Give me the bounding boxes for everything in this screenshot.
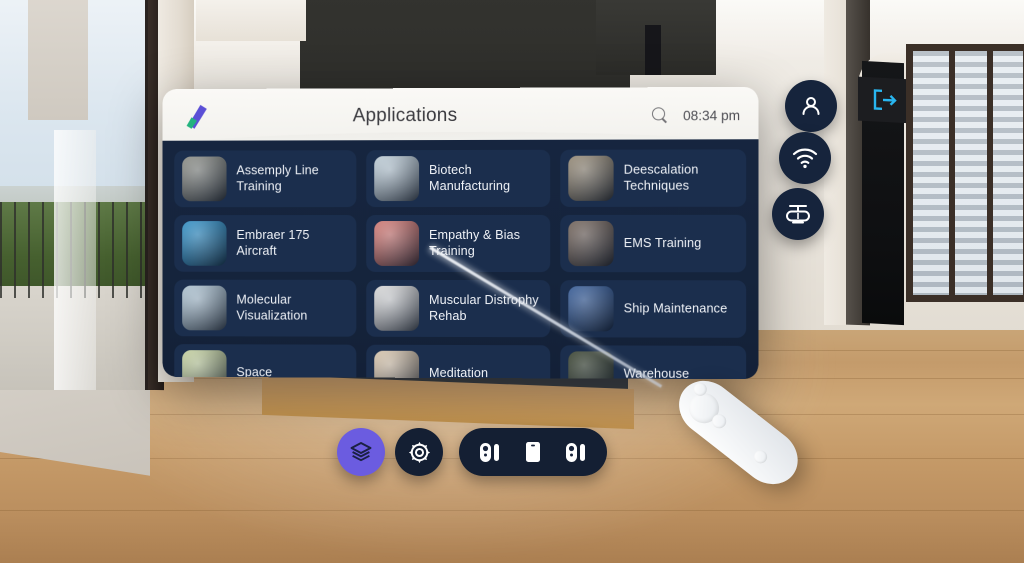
search-icon[interactable] (651, 106, 669, 124)
headset-orb[interactable] (772, 188, 824, 240)
app-card[interactable]: Space (174, 344, 357, 380)
wifi-icon (792, 147, 818, 169)
factory-workers-thumbnail (182, 156, 227, 202)
clock-label: 08:34 pm (683, 107, 741, 123)
layers-button[interactable] (337, 428, 385, 476)
controller-button-home (751, 447, 770, 466)
app-card[interactable]: Assemply Line Training (174, 150, 357, 208)
app-label: Embraer 175 Aircraft (236, 228, 310, 258)
space-thumbnail (182, 350, 227, 380)
ceiling-beam (196, 0, 306, 41)
wifi-orb[interactable] (779, 132, 831, 184)
app-card[interactable]: Embraer 175 Aircraft (174, 215, 357, 272)
app-label: Deescalation Techniques (623, 162, 699, 193)
molecule-lab-thumbnail (182, 285, 227, 331)
page-title: Applications (352, 105, 458, 127)
app-card[interactable]: Biotech Manufacturing (366, 149, 551, 208)
right-controller-button[interactable] (563, 439, 589, 465)
app-card[interactable]: Molecular Visualization (174, 279, 357, 337)
window-curtain (54, 130, 96, 390)
exit-sign (858, 76, 912, 124)
vr-controller-3d[interactable] (648, 369, 828, 532)
panel-header: Applications 08:34 pm (162, 86, 759, 145)
right-window (906, 44, 1024, 302)
profile-orb[interactable] (785, 80, 837, 132)
app-label: Space (236, 365, 273, 380)
settings-button[interactable] (395, 428, 443, 476)
left-balcony-window (0, 0, 154, 390)
meditation-thumbnail (374, 350, 420, 380)
yoga-person-thumbnail (374, 285, 420, 331)
applications-grid-container: Assemply Line Training Biotech Manufactur… (162, 139, 759, 380)
quantum-xr-logo[interactable] (178, 98, 215, 136)
window-blind (28, 0, 88, 120)
tablet-button[interactable] (521, 439, 545, 465)
app-label: Molecular Visualization (236, 292, 308, 323)
app-card[interactable]: Meditation (366, 344, 551, 380)
ambulance-thumbnail (568, 220, 614, 267)
bottom-toolbar (337, 428, 607, 476)
app-card[interactable]: Warehouse (560, 345, 747, 380)
left-controller-button[interactable] (477, 439, 503, 465)
app-label: Ship Maintenance (623, 301, 728, 316)
layers-icon (349, 440, 373, 464)
device-toolbar (459, 428, 607, 476)
app-label: Biotech Manufacturing (429, 163, 511, 193)
airplane-thumbnail (182, 221, 227, 266)
app-card[interactable]: Deescalation Techniques (560, 149, 747, 207)
gear-icon (407, 440, 432, 465)
lab-scientist-thumbnail (374, 156, 420, 202)
exit-door-icon (871, 88, 899, 111)
two-faces-thumbnail (374, 221, 420, 266)
app-label: EMS Training (623, 235, 702, 250)
user-icon (799, 94, 823, 118)
app-card[interactable]: EMS Training (560, 214, 747, 273)
wall-notch (645, 25, 661, 75)
applications-panel: Applications 08:34 pm Assemply Line Trai… (160, 86, 759, 380)
app-label: Assemply Line Training (236, 163, 319, 193)
ship-game-thumbnail (568, 286, 614, 332)
app-card[interactable]: Ship Maintenance (560, 280, 747, 338)
controller-body (667, 369, 809, 496)
vr-officer-thumbnail (568, 155, 614, 201)
app-label: Meditation (429, 365, 489, 380)
vr-headset-icon (784, 202, 812, 226)
